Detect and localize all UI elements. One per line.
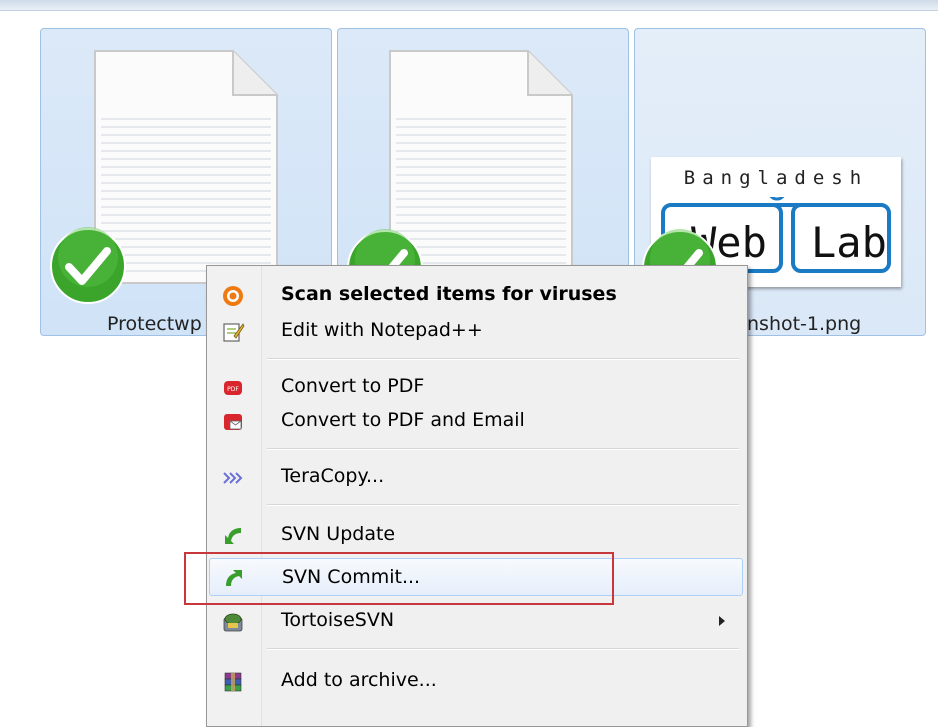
menu-item-edit-notepad[interactable]: Edit with Notepad++ (209, 314, 743, 348)
menu-item-label: SVN Update (281, 523, 396, 545)
menu-item-tortoisesvn[interactable]: TortoiseSVN (209, 604, 743, 638)
svg-text:PDF: PDF (227, 386, 239, 393)
thumbnail-top-text: Bangladesh (683, 167, 869, 189)
menu-item-convert-pdf[interactable]: PDF Convert to PDF (209, 370, 743, 404)
menu-item-label: Convert to PDF and Email (281, 409, 525, 431)
window-top-border (0, 0, 938, 11)
menu-separator (267, 648, 739, 650)
menu-item-label: TortoiseSVN (281, 609, 395, 631)
pdf-email-icon (224, 414, 242, 430)
menu-item-label: Add to archive... (281, 669, 437, 691)
menu-separator (267, 504, 739, 506)
tortoisesvn-icon (223, 613, 243, 632)
antivirus-icon (223, 286, 243, 306)
pdf-icon: PDF (224, 381, 242, 395)
notepad-icon (223, 323, 245, 342)
thumbnail-right-text: Lab (811, 218, 887, 267)
submenu-arrow-icon (719, 616, 725, 626)
menu-item-teracopy[interactable]: TeraCopy... (209, 460, 743, 494)
menu-separator (267, 448, 739, 450)
menu-item-label: Scan selected items for viruses (281, 283, 617, 305)
menu-item-svn-update[interactable]: SVN Update (209, 518, 743, 552)
menu-item-label: Edit with Notepad++ (281, 319, 483, 341)
menu-separator (267, 358, 739, 360)
winrar-icon (224, 672, 242, 692)
svn-normal-check-icon (50, 227, 126, 304)
context-menu: Scan selected items for viruses Edit wit… (206, 265, 748, 727)
svn-update-icon (225, 528, 241, 544)
menu-item-add-archive[interactable]: Add to archive... (209, 664, 743, 698)
menu-item-label: TeraCopy... (281, 465, 385, 487)
menu-item-scan-viruses[interactable]: Scan selected items for viruses (209, 278, 743, 312)
svn-commit-highlight-box (184, 552, 614, 605)
teracopy-icon (223, 472, 243, 484)
menu-item-convert-pdf-email[interactable]: Convert to PDF and Email (209, 404, 743, 438)
menu-item-label: Convert to PDF (281, 375, 425, 397)
